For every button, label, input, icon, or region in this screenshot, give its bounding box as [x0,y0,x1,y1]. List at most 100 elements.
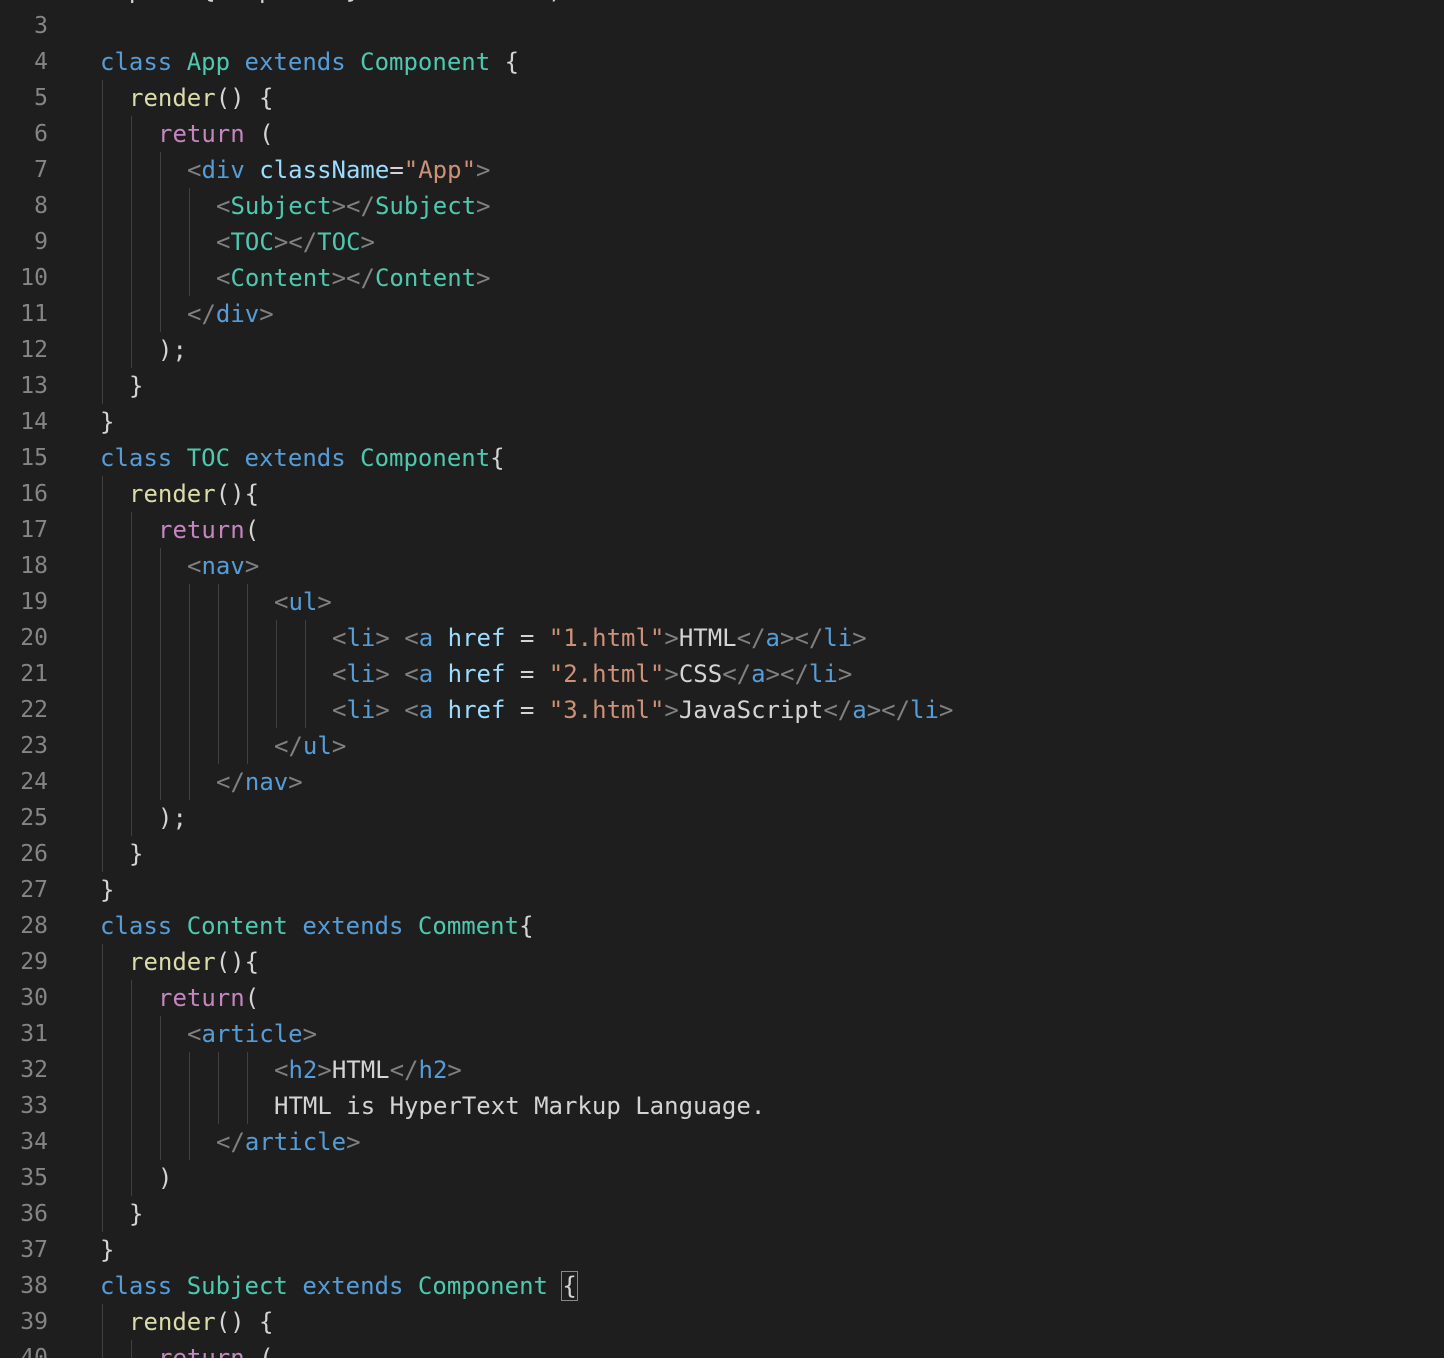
indent-guide [102,512,103,548]
indent-guide [131,620,132,656]
code-line[interactable]: 16 render(){ [0,476,1444,512]
code-line[interactable]: 21 <li> <a href = "2.html">CSS</a></li> [0,656,1444,692]
code-text: <li> <a href = "3.html">JavaScript</a></… [332,692,953,728]
code-line[interactable]: 37} [0,1232,1444,1268]
indent-guide [131,584,132,620]
code-token: ></ [273,228,318,256]
code-line[interactable]: 18 <nav> [0,548,1444,584]
code-line[interactable]: 23 </ul> [0,728,1444,764]
code-line[interactable]: 22 <li> <a href = "3.html">JavaScript</a>… [0,692,1444,728]
code-token: class [100,48,173,76]
indent-guide [131,332,132,368]
code-line[interactable]: 2 import {Component} from 'react'; [0,0,1444,8]
code-line[interactable]: 32 <h2>HTML</h2> [0,1052,1444,1088]
code-line[interactable]: 12); [0,332,1444,368]
code-token: href [447,696,506,724]
code-line[interactable]: 11 </div> [0,296,1444,332]
matched-bracket: { [561,1271,578,1301]
indent-guide [247,728,248,764]
code-line[interactable]: 7 <div className="App"> [0,152,1444,188]
indent-guide [160,260,161,296]
indent-guide [189,692,190,728]
code-token: < [216,228,231,256]
code-token: } [100,408,115,436]
code-line[interactable]: 6 return ( [0,116,1444,152]
code-token: a [751,660,766,688]
indent-guide [102,980,103,1016]
code-token: ( [244,120,274,148]
line-number: 5 [34,85,48,111]
code-line[interactable]: 40 return ( [0,1340,1444,1358]
code-token: li [910,696,939,724]
code-line[interactable]: 25); [0,800,1444,836]
indent-guide [247,620,248,656]
code-line[interactable]: 10 <Content></Content> [0,260,1444,296]
code-token: > [259,300,274,328]
code-token: extends [302,1272,404,1300]
code-line[interactable]: 19 <ul> [0,584,1444,620]
code-line[interactable]: 36} [0,1196,1444,1232]
code-token: li [808,660,838,688]
line-number: 12 [20,337,48,363]
code-line[interactable]: 33 HTML is HyperText Markup Language. [0,1088,1444,1124]
code-token: a [418,696,434,724]
code-line[interactable]: 24 </nav> [0,764,1444,800]
line-number: 28 [20,913,48,939]
code-line[interactable]: 35) [0,1160,1444,1196]
indent-guide [160,764,161,800]
code-token: render [129,1308,216,1336]
code-lines[interactable]: 2import {Component} from 'react';34class… [0,0,1444,1358]
code-token: nav [244,768,289,796]
code-line[interactable]: 13} [0,368,1444,404]
code-token: HTML [678,624,737,652]
code-line[interactable]: 9 <TOC></TOC> [0,224,1444,260]
code-line[interactable]: 5 render() { [0,80,1444,116]
code-token: div [201,156,245,184]
code-line[interactable]: 29 render(){ [0,944,1444,980]
code-line[interactable]: 31 <article> [0,1016,1444,1052]
code-text: return ( [158,116,274,152]
code-editor[interactable]: 2import {Component} from 'react';34class… [0,0,1444,1358]
code-token: < [274,1056,289,1084]
code-line[interactable]: 8 <Subject></Subject> [0,188,1444,224]
code-line[interactable]: 27} [0,872,1444,908]
code-line[interactable]: 34 </article> [0,1124,1444,1160]
code-line[interactable]: 20 <li> <a href = "1.html">HTML</a></li> [0,620,1444,656]
indent-guide [131,764,132,800]
indent-guide [160,1016,161,1052]
code-line[interactable]: 14} [0,404,1444,440]
code-token: a [765,624,780,652]
code-token: Content [186,912,288,940]
code-token: } [129,840,144,868]
code-token: < [332,696,347,724]
code-token: ></ [779,624,824,652]
code-line[interactable]: 28 class Content extends Comment{ [0,908,1444,944]
code-line[interactable]: 4 class App extends Component { [0,44,1444,80]
code-line[interactable]: 3 [0,8,1444,44]
indent-guide [160,188,161,224]
code-line[interactable]: 26} [0,836,1444,872]
code-token: ( [244,1344,274,1358]
line-number: 31 [20,1021,48,1047]
indent-guide [189,656,190,692]
code-token: () { [215,1308,274,1336]
code-line[interactable]: 30 return( [0,980,1444,1016]
code-line[interactable]: 38 class Subject extends Component { [0,1268,1444,1304]
code-token: HTML [331,1056,390,1084]
code-line[interactable]: 15 class TOC extends Component{ [0,440,1444,476]
indent-guide [218,584,219,620]
indent-guide [131,1052,132,1088]
code-token: nav [201,552,245,580]
code-token: return [158,516,245,544]
indent-guide [102,1088,103,1124]
code-token: < [332,660,347,688]
code-text: <Content></Content> [216,260,491,296]
code-token: > [375,696,390,724]
code-token: { [490,48,520,76]
code-line[interactable]: 39 render() { [0,1304,1444,1340]
code-line[interactable]: 17 return( [0,512,1444,548]
